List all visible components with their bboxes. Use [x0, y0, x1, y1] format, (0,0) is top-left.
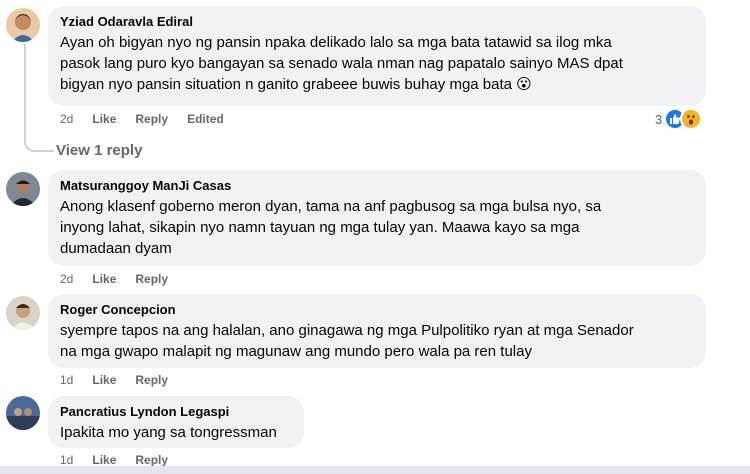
bottom-divider: [0, 466, 750, 474]
reply-button[interactable]: Reply: [135, 453, 168, 467]
like-button[interactable]: Like: [92, 272, 116, 286]
comment-actions: 2d Like Reply Edited: [60, 112, 243, 126]
comment-author[interactable]: Pancratius Lyndon Legaspi: [60, 404, 292, 420]
comment-text: Ayan oh bigyan nyo ng pansin npaka delik…: [60, 34, 623, 93]
comment-actions: 1d Like Reply: [60, 453, 187, 467]
comment-author[interactable]: Matsuranggoy ManJi Casas: [60, 178, 694, 194]
comment-time[interactable]: 1d: [60, 373, 73, 387]
wow-reaction-icon: [680, 108, 703, 130]
reply-button[interactable]: Reply: [135, 272, 168, 286]
comment-author[interactable]: Yziad Odaravla Ediral: [60, 14, 694, 30]
comment-time[interactable]: 2d: [60, 112, 73, 126]
comment-actions: 1d Like Reply: [60, 373, 187, 387]
view-replies-link[interactable]: View 1 reply: [56, 142, 142, 159]
comment-bubble: Roger Concepcion syempre tapos na ang ha…: [48, 294, 706, 368]
avatar[interactable]: [6, 296, 40, 330]
reaction-summary[interactable]: 3: [655, 108, 703, 130]
reply-thread-line: [24, 44, 54, 152]
like-button[interactable]: Like: [92, 453, 116, 467]
comment-text: Anong klasenf goberno meron dyan, tama n…: [60, 198, 602, 257]
comment-author[interactable]: Roger Concepcion: [60, 302, 694, 318]
like-button[interactable]: Like: [92, 373, 116, 387]
comment-bubble: Matsuranggoy ManJi Casas Anong klasenf g…: [48, 170, 706, 266]
like-button[interactable]: Like: [92, 112, 116, 126]
comment-actions: 2d Like Reply: [60, 272, 187, 286]
reply-button[interactable]: Reply: [135, 373, 168, 387]
reply-button[interactable]: Reply: [135, 112, 168, 126]
comment-bubble: Yziad Odaravla Ediral Ayan oh bigyan nyo…: [48, 6, 706, 106]
reaction-count: 3: [655, 111, 663, 127]
comment-text: syempre tapos na ang halalan, ano ginaga…: [60, 322, 634, 360]
comment-text: Ipakita mo yang sa tongressman: [60, 424, 277, 441]
avatar[interactable]: [6, 172, 40, 206]
avatar[interactable]: [6, 396, 40, 430]
surprised-emoji: 😮: [516, 76, 532, 93]
comment-time[interactable]: 2d: [60, 272, 73, 286]
avatar[interactable]: [6, 8, 40, 42]
edited-label: Edited: [187, 112, 224, 126]
comment-bubble: Pancratius Lyndon Legaspi Ipakita mo yan…: [48, 396, 304, 448]
comment-time[interactable]: 1d: [60, 453, 73, 467]
